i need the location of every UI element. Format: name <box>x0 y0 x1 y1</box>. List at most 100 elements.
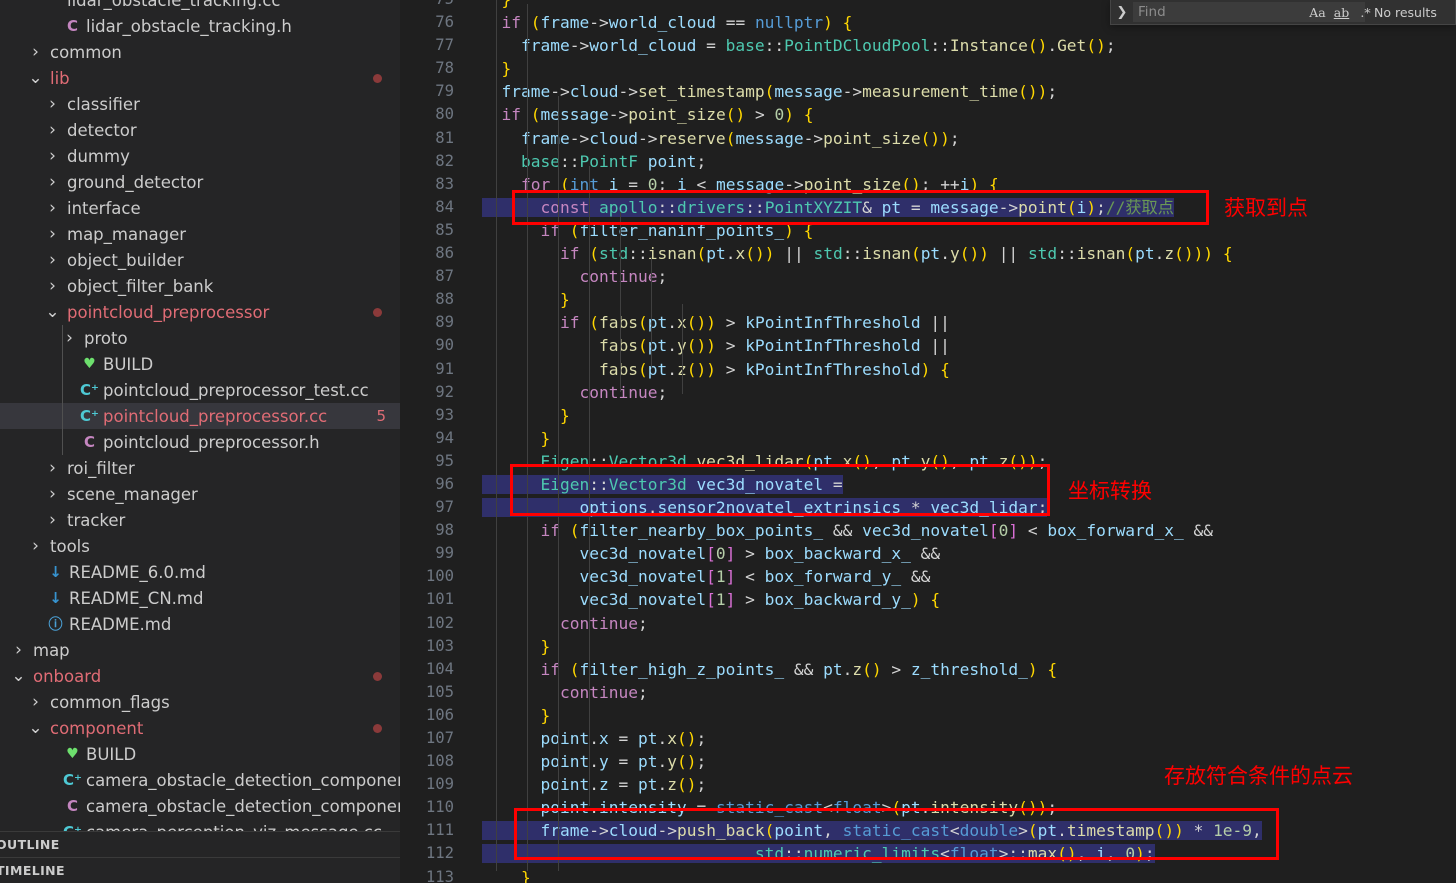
file-tree-item[interactable]: ›Clidar_obstacle_tracking.h <box>0 13 400 39</box>
file-tree-item[interactable]: › ground_detector <box>0 169 400 195</box>
code-line-content[interactable]: vec3d_novatel[1] < box_forward_y_ && <box>470 565 1456 588</box>
code-line-content[interactable]: if (filter_high_z_points_ && pt.z() > z_… <box>470 658 1456 681</box>
file-tree-item[interactable]: › tools <box>0 533 400 559</box>
file-tree-item[interactable]: › common_flags <box>0 689 400 715</box>
code-line-content[interactable]: } <box>470 57 1456 80</box>
code-lines[interactable]: 75 } 76 if (frame->world_cloud == nullptr… <box>400 0 1456 883</box>
file-tree-item[interactable]: › classifier <box>0 91 400 117</box>
file-tree-item[interactable]: ›C⁺camera_obstacle_detection_component.c… <box>0 767 400 793</box>
chevron-down-icon[interactable]: ⌄ <box>27 720 44 737</box>
file-tree-item[interactable]: ›↓README_CN.md <box>0 585 400 611</box>
code-line-content[interactable]: Eigen::Vector3d vec3d_lidar(pt.x(), pt.y… <box>470 450 1456 473</box>
code-line-content[interactable]: if (filter_naninf_points_) { <box>470 219 1456 242</box>
code-line-content[interactable]: frame->world_cloud = base::PointDCloudPo… <box>470 34 1456 57</box>
code-line-content[interactable]: vec3d_novatel[0] > box_backward_x_ && <box>470 542 1456 565</box>
code-line-content[interactable]: if (std::isnan(pt.x()) || std::isnan(pt.… <box>470 242 1456 265</box>
code-line-content[interactable]: } <box>470 866 1456 883</box>
code-line-content[interactable]: if (message->point_size() > 0) { <box>470 103 1456 126</box>
file-tree-item[interactable]: › object_builder <box>0 247 400 273</box>
file-tree-item[interactable]: ⌄ component <box>0 715 400 741</box>
file-tree-item[interactable]: › map_manager <box>0 221 400 247</box>
chevron-right-icon[interactable]: › <box>44 199 61 217</box>
code-line-content[interactable]: } <box>470 404 1456 427</box>
chevron-right-icon[interactable]: › <box>44 173 61 191</box>
find-input-wrapper[interactable]: Aa ab .* <box>1133 2 1371 22</box>
chevron-right-icon[interactable]: › <box>44 147 61 165</box>
match-case-icon[interactable]: Aa <box>1309 5 1326 20</box>
file-tree-item[interactable]: › roi_filter <box>0 455 400 481</box>
find-input[interactable] <box>1138 4 1309 20</box>
file-tree-item[interactable]: › scene_manager <box>0 481 400 507</box>
chevron-right-icon[interactable]: › <box>44 277 61 295</box>
chevron-right-icon[interactable]: › <box>10 641 27 659</box>
code-line-content[interactable]: fabs(pt.y()) > kPointInfThreshold || <box>470 334 1456 357</box>
code-line-content[interactable]: } <box>470 288 1456 311</box>
outline-panel-header[interactable]: OUTLINE <box>0 831 400 857</box>
file-tree-item[interactable]: ›Cpointcloud_preprocessor.h <box>0 429 400 455</box>
chevron-right-icon[interactable]: › <box>27 537 44 555</box>
code-line-content[interactable]: frame->cloud->set_timestamp(message->mea… <box>470 80 1456 103</box>
whole-word-icon[interactable]: ab <box>1333 5 1350 20</box>
find-widget[interactable]: ❯ Aa ab .* No results <box>1110 0 1456 25</box>
file-tree-item[interactable]: › proto <box>0 325 400 351</box>
code-line-content[interactable]: fabs(pt.z()) > kPointInfThreshold) { <box>470 358 1456 381</box>
timeline-panel-header[interactable]: TIMELINE <box>0 857 400 883</box>
code-line-content[interactable]: const apollo::drivers::PointXYZIT& pt = … <box>470 196 1456 219</box>
chevron-right-icon[interactable]: › <box>44 485 61 503</box>
code-line-content[interactable]: base::PointF point; <box>470 150 1456 173</box>
code-line-content[interactable]: continue; <box>470 381 1456 404</box>
file-tree[interactable]: ›lidar_obstacle_tracking.cc›Clidar_obsta… <box>0 0 400 847</box>
file-tree-item[interactable]: › interface <box>0 195 400 221</box>
regex-icon[interactable]: .* <box>1357 5 1374 20</box>
file-tree-item[interactable]: ›ⓘREADME.md <box>0 611 400 637</box>
code-line-content[interactable]: frame->cloud->push_back(point, static_ca… <box>470 819 1456 842</box>
code-line-content[interactable]: options.sensor2novatel_extrinsics * vec3… <box>470 496 1456 519</box>
code-line-content[interactable]: Eigen::Vector3d vec3d_novatel = <box>470 473 1456 496</box>
code-line[interactable]: 78 } <box>400 57 1456 80</box>
code-line-content[interactable]: for (int i = 0; i < message->point_size(… <box>470 173 1456 196</box>
chevron-right-icon[interactable]: › <box>44 121 61 139</box>
file-tree-item[interactable]: ›↓README_6.0.md <box>0 559 400 585</box>
code-line-content[interactable]: vec3d_novatel[1] > box_backward_y_) { <box>470 588 1456 611</box>
chevron-right-icon[interactable]: › <box>27 693 44 711</box>
code-line-content[interactable]: } <box>470 635 1456 658</box>
code-line-content[interactable]: } <box>470 704 1456 727</box>
code-line-content[interactable]: continue; <box>470 681 1456 704</box>
chevron-right-icon[interactable]: › <box>44 95 61 113</box>
file-tree-item[interactable]: ⌄ lib <box>0 65 400 91</box>
code-line-content[interactable]: if (fabs(pt.x()) > kPointInfThreshold || <box>470 311 1456 334</box>
chevron-down-icon[interactable]: ⌄ <box>44 304 61 321</box>
find-options[interactable]: Aa ab .* <box>1309 5 1378 20</box>
chevron-down-icon[interactable]: ⌄ <box>10 668 27 685</box>
file-tree-item[interactable]: ⌄ onboard <box>0 663 400 689</box>
chevron-right-icon[interactable]: › <box>44 251 61 269</box>
chevron-down-icon[interactable]: ⌄ <box>27 70 44 87</box>
chevron-right-icon[interactable]: › <box>27 43 44 61</box>
code-line-content[interactable]: point.intensity = static_cast<float>(pt.… <box>470 796 1456 819</box>
file-tree-item[interactable]: ›C⁺pointcloud_preprocessor_test.cc <box>0 377 400 403</box>
code-line-content[interactable]: frame->cloud->reserve(message->point_siz… <box>470 127 1456 150</box>
chevron-right-icon[interactable]: › <box>44 225 61 243</box>
code-line-content[interactable]: continue; <box>470 265 1456 288</box>
code-line-content[interactable]: } <box>470 427 1456 450</box>
code-line-content[interactable]: std::numeric_limits<float>::max(), i, 0)… <box>470 842 1456 865</box>
chevron-right-icon[interactable]: › <box>44 511 61 529</box>
chevron-right-icon[interactable]: › <box>44 459 61 477</box>
file-tree-item[interactable]: ⌄ pointcloud_preprocessor <box>0 299 400 325</box>
file-tree-item[interactable]: › detector <box>0 117 400 143</box>
file-tree-item[interactable]: ›Ccamera_obstacle_detection_component.h <box>0 793 400 819</box>
file-tree-item[interactable]: ›♥BUILD <box>0 351 400 377</box>
code-line-content[interactable]: point.x = pt.x(); <box>470 727 1456 750</box>
chevron-right-icon[interactable]: ❯ <box>1111 0 1133 24</box>
chevron-right-icon[interactable]: › <box>61 329 78 347</box>
file-tree-item[interactable]: › map <box>0 637 400 663</box>
file-tree-item[interactable]: › object_filter_bank <box>0 273 400 299</box>
code-line[interactable]: 77 frame->world_cloud = base::PointDClou… <box>400 34 1456 57</box>
file-tree-item[interactable]: › tracker <box>0 507 400 533</box>
code-line-content[interactable]: if (filter_nearby_box_points_ && vec3d_n… <box>470 519 1456 542</box>
file-tree-item[interactable]: › dummy <box>0 143 400 169</box>
file-tree-item[interactable]: › common <box>0 39 400 65</box>
code-editor[interactable]: 75 } 76 if (frame->world_cloud == nullptr… <box>400 0 1456 883</box>
file-tree-item-selected[interactable]: ›C⁺pointcloud_preprocessor.cc5 <box>0 403 400 429</box>
file-tree-item[interactable]: ›♥BUILD <box>0 741 400 767</box>
